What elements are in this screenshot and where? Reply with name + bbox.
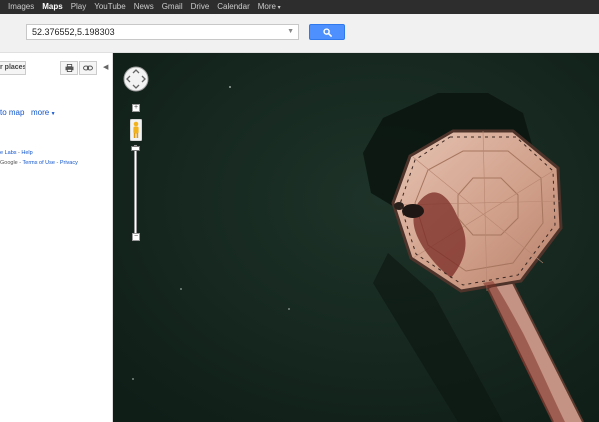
- water-speck: [288, 308, 290, 310]
- water-speck: [180, 288, 182, 290]
- link-button[interactable]: [79, 61, 97, 75]
- nav-drive-link[interactable]: Drive: [191, 0, 210, 14]
- privacy-link[interactable]: Privacy: [60, 160, 78, 166]
- satellite-imagery: [113, 53, 599, 422]
- chevron-left-icon[interactable]: ◀: [103, 63, 108, 71]
- help-link[interactable]: Help: [21, 150, 32, 156]
- top-navigation-bar: Images Maps Play YouTube News Gmail Driv…: [0, 0, 599, 14]
- print-button[interactable]: [60, 61, 78, 75]
- pegman-figure: [130, 119, 142, 141]
- water-speck: [229, 86, 231, 88]
- link-icon: [83, 65, 93, 71]
- nav-gmail-link[interactable]: Gmail: [162, 0, 183, 14]
- water-speck: [132, 378, 134, 380]
- labs-help-row: e Labs - Help: [0, 150, 33, 156]
- add-to-map-link[interactable]: to map: [0, 108, 24, 117]
- dark-figure-head: [394, 202, 404, 210]
- zoom-out-button[interactable]: −: [132, 233, 140, 241]
- search-input[interactable]: 52.376552,5.198303 ▼: [26, 24, 299, 40]
- labs-link[interactable]: e Labs: [0, 150, 17, 156]
- nav-news-link[interactable]: News: [134, 0, 154, 14]
- footer-row: Google - Terms of Use - Privacy: [0, 160, 78, 166]
- nav-maps-link[interactable]: Maps: [42, 0, 62, 14]
- footer-prefix: Google -: [0, 160, 23, 166]
- zoom-slider-track[interactable]: [134, 145, 137, 237]
- search-bar: 52.376552,5.198303 ▼: [0, 14, 599, 53]
- my-places-button[interactable]: r places: [0, 61, 26, 75]
- satellite-map[interactable]: + −: [113, 53, 599, 422]
- zoom-slider-thumb[interactable]: [131, 146, 140, 151]
- nav-calendar-link[interactable]: Calendar: [217, 0, 249, 14]
- search-icon: [322, 27, 332, 37]
- left-panel: r places ◀ to map more ▼ e Labs - Help G…: [0, 53, 113, 422]
- nav-more-menu[interactable]: More: [258, 0, 281, 15]
- chevron-down-icon[interactable]: ▼: [287, 25, 294, 39]
- chevron-down-icon: ▼: [49, 111, 56, 117]
- pan-arrows-icon: [123, 66, 149, 92]
- more-link-label: more: [31, 108, 50, 117]
- pegman-icon[interactable]: [130, 119, 142, 141]
- pan-control[interactable]: [123, 66, 149, 92]
- nav-youtube-link[interactable]: YouTube: [94, 0, 125, 14]
- search-button[interactable]: [309, 24, 345, 40]
- dark-figure: [402, 204, 424, 218]
- terms-link[interactable]: Terms of Use: [23, 160, 55, 166]
- print-icon: [65, 64, 73, 72]
- zoom-in-button[interactable]: +: [132, 104, 140, 112]
- nav-play-link[interactable]: Play: [71, 0, 87, 14]
- search-input-value: 52.376552,5.198303: [32, 27, 115, 37]
- more-link[interactable]: more ▼: [31, 108, 56, 117]
- nav-images-link[interactable]: Images: [8, 0, 34, 14]
